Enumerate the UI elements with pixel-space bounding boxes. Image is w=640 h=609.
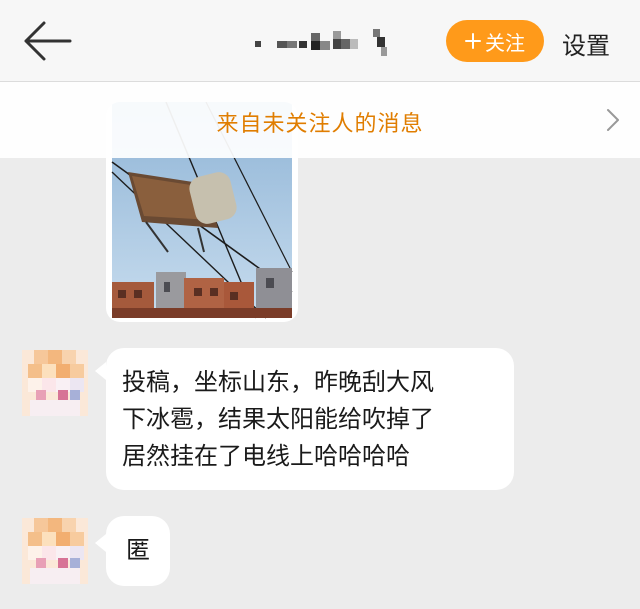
sender-avatar[interactable]	[22, 350, 88, 416]
bubble-tail	[95, 362, 106, 380]
plus-icon	[465, 33, 481, 49]
message-line: 下冰雹，结果太阳能给吹掉了	[122, 405, 434, 433]
message-bubble[interactable]: 匿	[106, 516, 170, 586]
follow-button-label: 关注	[485, 30, 525, 55]
chat-area: 来自未关注人的消息 投稿，坐标山东，昨晚刮大风 下冰雹，结果太阳能给吹掉了 居然…	[0, 82, 640, 609]
redacted-username	[255, 29, 387, 56]
follow-button[interactable]: 关注	[446, 20, 544, 62]
message-bubble[interactable]: 投稿，坐标山东，昨晚刮大风 下冰雹，结果太阳能给吹掉了 居然挂在了电线上哈哈哈哈	[106, 348, 514, 490]
settings-button[interactable]: 设置	[562, 26, 610, 61]
message-line: 匿	[126, 536, 150, 564]
bubble-tail	[95, 534, 106, 552]
back-button[interactable]	[20, 18, 74, 64]
arrow-left-icon	[24, 21, 72, 61]
banner-text: 来自未关注人的消息	[216, 112, 424, 137]
sender-avatar[interactable]	[22, 518, 88, 584]
message-line: 投稿，坐标山东，昨晚刮大风	[122, 368, 434, 396]
stranger-message-banner[interactable]: 来自未关注人的消息	[0, 82, 640, 158]
message-line: 居然挂在了电线上哈哈哈哈	[122, 442, 410, 470]
chevron-right-icon	[607, 109, 619, 131]
top-nav-bar: 关注 设置	[0, 0, 640, 82]
